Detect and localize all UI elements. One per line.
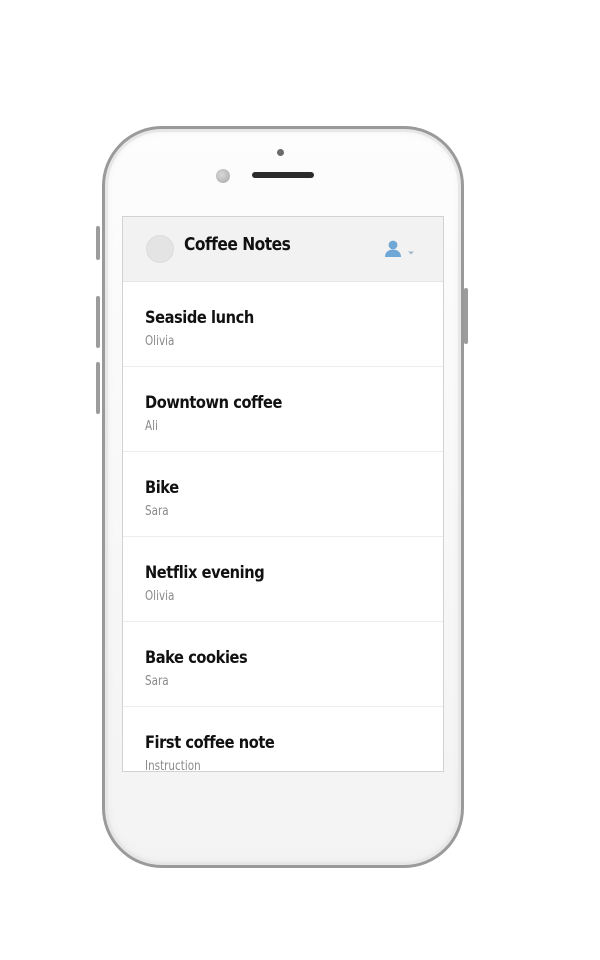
note-author: Ali xyxy=(145,419,158,434)
note-author: Olivia xyxy=(145,589,175,604)
earpiece-speaker xyxy=(252,172,314,178)
note-title: First coffee note xyxy=(145,733,275,753)
app-header: Coffee Notes xyxy=(123,217,443,282)
caret-down-icon xyxy=(408,251,414,255)
mute-switch xyxy=(96,226,100,260)
note-title: Netflix evening xyxy=(145,563,265,583)
note-author: Instruction xyxy=(145,759,201,772)
note-title: Downtown coffee xyxy=(145,393,282,413)
note-author: Olivia xyxy=(145,334,175,349)
app-title: Coffee Notes xyxy=(184,234,291,255)
list-item-netflix-evening[interactable]: Netflix evening Olivia xyxy=(123,537,443,622)
list-item-first-coffee-note[interactable]: First coffee note Instruction xyxy=(123,707,443,772)
volume-up-button xyxy=(96,296,100,348)
user-icon xyxy=(385,240,401,257)
list-item-downtown-coffee[interactable]: Downtown coffee Ali xyxy=(123,367,443,452)
list-item-bike[interactable]: Bike Sara xyxy=(123,452,443,537)
note-title: Bike xyxy=(145,478,179,498)
power-button xyxy=(464,288,468,344)
notes-list: Seaside lunch Olivia Downtown coffee Ali… xyxy=(123,282,443,772)
note-author: Sara xyxy=(145,674,169,689)
user-menu-button[interactable] xyxy=(383,239,421,261)
proximity-sensor xyxy=(277,149,284,156)
volume-down-button xyxy=(96,362,100,414)
phone-screen: Coffee Notes Seaside lunch Olivia Downto… xyxy=(122,216,444,772)
front-camera xyxy=(216,169,230,183)
note-title: Seaside lunch xyxy=(145,308,254,328)
list-item-seaside-lunch[interactable]: Seaside lunch Olivia xyxy=(123,282,443,367)
list-item-bake-cookies[interactable]: Bake cookies Sara xyxy=(123,622,443,707)
app-logo-placeholder xyxy=(146,235,174,263)
note-title: Bake cookies xyxy=(145,648,248,668)
note-author: Sara xyxy=(145,504,169,519)
